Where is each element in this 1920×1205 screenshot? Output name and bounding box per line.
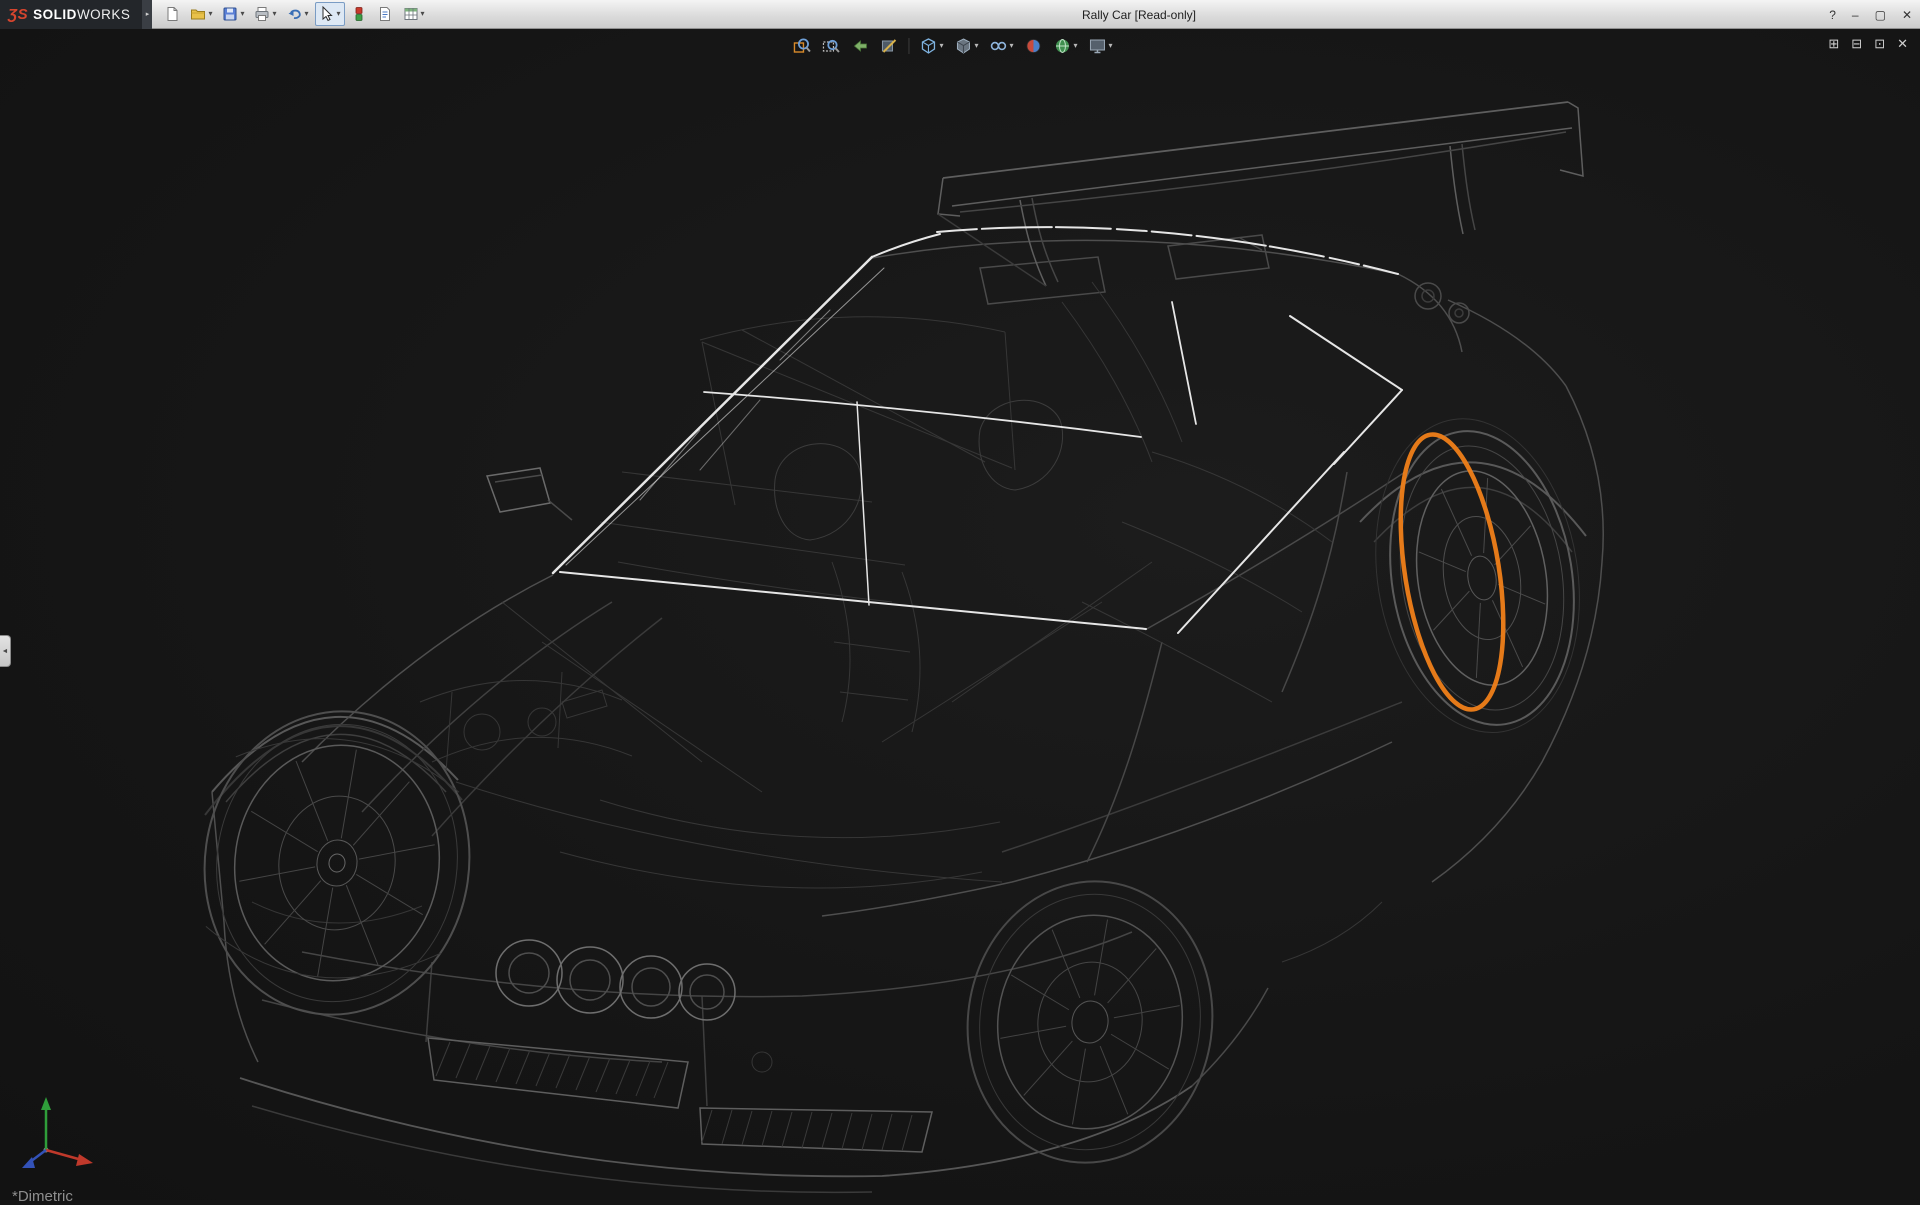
print-icon	[254, 6, 270, 22]
chevron-down-icon: ▾	[974, 42, 978, 50]
edit-appearance-icon	[1025, 37, 1043, 55]
wireframe-car-scene	[0, 29, 1920, 1200]
chassis-wireframe	[205, 282, 1382, 1072]
zoom-to-area-button[interactable]	[818, 34, 844, 58]
chevron-down-icon: ▾	[272, 10, 276, 18]
wireframe-car	[212, 235, 1603, 1192]
chevron-down-icon: ▾	[421, 10, 425, 18]
graphics-viewport[interactable]: ▾ ▾ ▾	[0, 29, 1920, 1200]
restore-document-icon[interactable]: ⊡	[1874, 36, 1885, 52]
toolbar-separator	[908, 38, 909, 54]
chevron-down-icon: ▾	[1009, 42, 1013, 50]
chevron-down-icon: ▾	[1109, 42, 1113, 50]
apply-scene-icon	[1054, 37, 1072, 55]
edit-appearance-button[interactable]	[1021, 34, 1047, 58]
chevron-down-icon: ▾	[305, 10, 309, 18]
maximize-icon[interactable]: ▢	[1875, 8, 1886, 22]
save-icon	[222, 6, 238, 22]
view-settings-button[interactable]: ▾	[1085, 34, 1117, 58]
hide-show-items-icon	[989, 37, 1007, 55]
open-folder-icon	[190, 6, 206, 22]
file-properties-icon	[377, 6, 393, 22]
view-orientation-label: *Dimetric	[12, 1188, 73, 1205]
previous-view-button[interactable]	[847, 34, 873, 58]
new-document-button[interactable]	[160, 2, 184, 26]
hide-show-items-button[interactable]: ▾	[985, 34, 1017, 58]
undo-icon	[287, 6, 303, 22]
feature-panel-splitter-handle[interactable]: ◄	[0, 635, 11, 667]
chevron-down-icon: ▾	[1074, 42, 1078, 50]
new-document-icon	[164, 6, 180, 22]
window-controls: ? – ▢ ✕	[1829, 0, 1912, 29]
select-tool-button[interactable]: ▾	[315, 2, 345, 26]
rebuild-button[interactable]	[347, 2, 371, 26]
brand-name-light: WORKS	[77, 7, 131, 22]
front-grille	[428, 1038, 932, 1152]
display-style-button[interactable]: ▾	[950, 34, 982, 58]
chevron-down-icon: ▾	[939, 42, 943, 50]
zoom-to-fit-button[interactable]	[789, 34, 815, 58]
window-title: Rally Car [Read-only]	[1082, 0, 1196, 29]
rebuild-traffic-light-icon	[351, 6, 367, 22]
tile-windows-icon[interactable]: ⊞	[1828, 36, 1839, 52]
open-button[interactable]: ▾	[186, 2, 216, 26]
rear-right-wheel	[1354, 404, 1601, 747]
undo-button[interactable]: ▾	[283, 2, 313, 26]
view-orientation-icon	[919, 37, 937, 55]
cascade-windows-icon[interactable]: ⊟	[1851, 36, 1862, 52]
collapse-left-icon: ◄	[2, 648, 9, 655]
solidworks-logo: ƷS SOLID WORKS	[0, 0, 142, 29]
chevron-down-icon: ▾	[208, 10, 212, 18]
design-table-button[interactable]: ▾	[399, 2, 429, 26]
view-orientation-button[interactable]: ▾	[915, 34, 947, 58]
zoom-to-fit-icon	[793, 37, 811, 55]
design-table-icon	[403, 6, 419, 22]
select-cursor-icon	[319, 6, 335, 22]
zoom-to-area-icon	[822, 37, 840, 55]
menu-expand-chevron[interactable]: ▸	[142, 0, 152, 29]
chevron-down-icon: ▾	[337, 10, 341, 18]
standard-toolbar: ▾ ▾ ▾ ▾	[160, 2, 428, 26]
section-view-icon	[880, 37, 898, 55]
save-button[interactable]: ▾	[218, 2, 248, 26]
headlight-pods	[496, 940, 735, 1020]
apply-scene-button[interactable]: ▾	[1050, 34, 1082, 58]
title-bar: ƷS SOLID WORKS ▸ ▾ ▾	[0, 0, 1920, 29]
help-icon[interactable]: ?	[1829, 8, 1836, 22]
view-settings-icon	[1089, 37, 1107, 55]
previous-view-icon	[851, 37, 869, 55]
heads-up-view-toolbar: ▾ ▾ ▾	[789, 34, 1116, 58]
display-style-icon	[954, 37, 972, 55]
minimize-icon[interactable]: –	[1852, 8, 1859, 22]
print-button[interactable]: ▾	[250, 2, 280, 26]
glass-highlight-edges	[553, 227, 1402, 633]
rear-wing	[938, 102, 1583, 286]
selected-edge-highlight[interactable]	[1384, 427, 1520, 716]
orientation-triad	[22, 1097, 93, 1168]
section-view-button[interactable]	[876, 34, 902, 58]
document-window-controls: ⊞ ⊟ ⊡ ✕	[1828, 36, 1908, 52]
close-icon[interactable]: ✕	[1902, 8, 1912, 22]
front-right-wheel	[950, 865, 1231, 1178]
close-document-icon[interactable]: ✕	[1897, 36, 1908, 52]
file-properties-button[interactable]	[373, 2, 397, 26]
brand-name-bold: SOLID	[33, 7, 77, 22]
dassault-mark: ƷS	[8, 6, 28, 23]
chevron-down-icon: ▾	[240, 10, 244, 18]
